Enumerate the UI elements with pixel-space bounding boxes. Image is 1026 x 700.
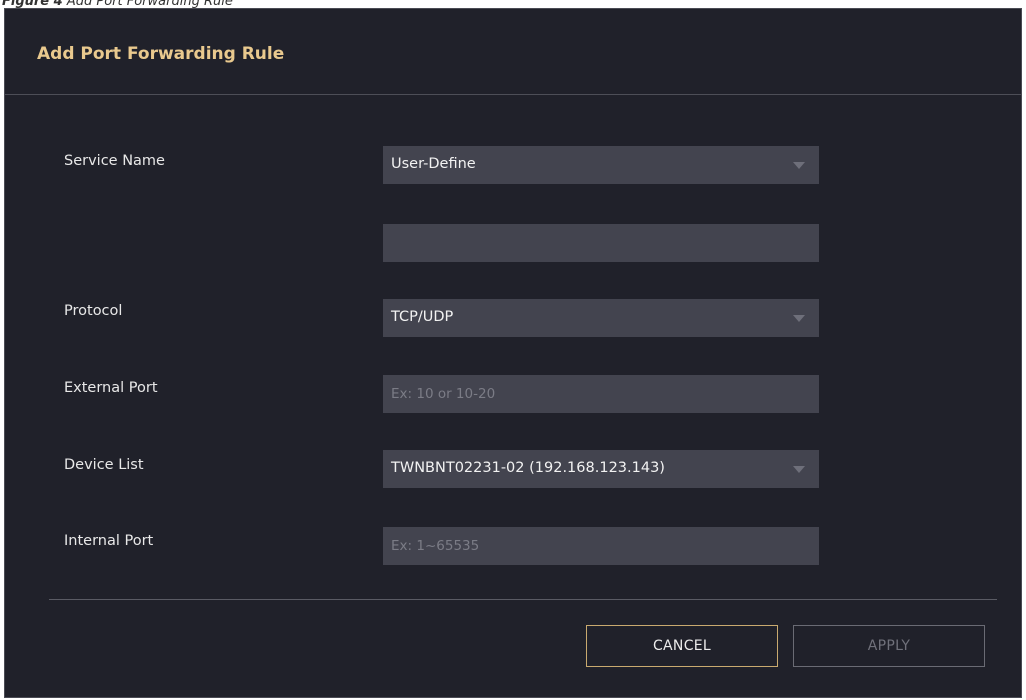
external-port-input[interactable] xyxy=(383,375,819,413)
cancel-button[interactable]: CANCEL xyxy=(586,625,778,667)
chevron-down-icon xyxy=(793,162,805,169)
internal-port-label: Internal Port xyxy=(64,533,154,549)
internal-port-input[interactable] xyxy=(383,527,819,565)
add-port-forwarding-dialog: Add Port Forwarding Rule Service Name Us… xyxy=(4,8,1022,698)
chevron-down-icon xyxy=(793,466,805,473)
device-list-select[interactable]: TWNBNT02231-02 (192.168.123.143) xyxy=(383,450,819,488)
service-name-label: Service Name xyxy=(64,153,165,169)
figure-caption-text: Add Port Forwarding Rule xyxy=(66,0,233,8)
figure-number: Figure 4 xyxy=(2,0,63,8)
device-list-selected-value: TWNBNT02231-02 (192.168.123.143) xyxy=(391,460,665,476)
chevron-down-icon xyxy=(793,315,805,322)
custom-service-name-input[interactable] xyxy=(383,224,819,262)
protocol-selected-value: TCP/UDP xyxy=(391,309,454,325)
internal-port-field xyxy=(383,527,819,565)
external-port-field xyxy=(383,375,819,413)
service-name-selected-value: User-Define xyxy=(391,156,476,172)
dialog-header: Add Port Forwarding Rule xyxy=(5,9,1021,95)
custom-service-name-input-wrapper xyxy=(383,224,819,262)
protocol-select[interactable]: TCP/UDP xyxy=(383,299,819,337)
service-name-select[interactable]: User-Define xyxy=(383,146,819,184)
footer-divider xyxy=(49,599,997,600)
external-port-label: External Port xyxy=(64,380,158,396)
figure-caption: Figure 4 Add Port Forwarding Rule xyxy=(0,0,233,8)
protocol-label: Protocol xyxy=(64,303,123,319)
apply-button[interactable]: APPLY xyxy=(793,625,985,667)
device-list-label: Device List xyxy=(64,457,144,473)
dialog-title: Add Port Forwarding Rule xyxy=(37,44,285,64)
